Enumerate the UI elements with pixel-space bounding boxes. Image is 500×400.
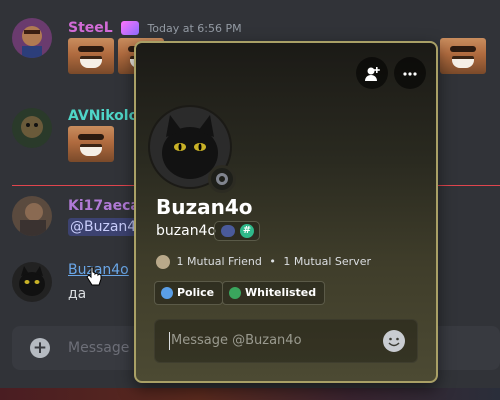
profile-avatar-frame	[148, 105, 236, 193]
username[interactable]: SteeL Today at 6:56 PM	[68, 20, 242, 36]
more-options-icon[interactable]	[394, 57, 426, 89]
nitro-badge-icon	[120, 21, 139, 35]
profile-handle[interactable]: buzan4o	[156, 223, 216, 239]
avatar[interactable]	[12, 262, 52, 302]
text-caret	[169, 332, 170, 350]
role-label: Police	[177, 286, 215, 299]
role-police[interactable]: Police	[154, 281, 224, 305]
profile-popout: Buzan4o buzan4o # 1 Mutual Friend • 1 Mu…	[134, 41, 438, 383]
mutual-separator: •	[269, 255, 276, 268]
add-friend-icon[interactable]	[356, 57, 388, 89]
user-mention[interactable]: @Buzan4	[68, 218, 139, 236]
bottom-strip	[0, 388, 500, 400]
avatar[interactable]	[12, 108, 52, 148]
mutual-friends-avatar-icon	[156, 255, 170, 269]
role-whitelisted[interactable]: Whitelisted	[222, 281, 326, 305]
profile-message-input[interactable]: Message @Buzan4o	[154, 319, 418, 363]
profile-message-placeholder: Message @Buzan4o	[171, 333, 302, 348]
status-offline-icon	[208, 165, 236, 193]
profile-badges: #	[214, 221, 260, 241]
role-color-dot	[229, 287, 241, 299]
username[interactable]: Ki17aeca	[68, 198, 140, 214]
role-color-dot	[161, 287, 173, 299]
pointer-cursor-icon	[86, 266, 102, 286]
mutual-info: 1 Mutual Friend • 1 Mutual Server	[156, 255, 371, 269]
emote[interactable]	[68, 126, 114, 162]
timestamp: Today at 6:56 PM	[147, 22, 242, 35]
username-text[interactable]: Ki17aeca	[68, 198, 140, 214]
message-text: да	[68, 286, 87, 302]
profile-display-name: Buzan4o	[156, 195, 253, 219]
emote[interactable]	[68, 38, 114, 74]
hashtag-badge-icon[interactable]: #	[240, 224, 254, 238]
emote[interactable]	[440, 38, 486, 74]
nitro-badge-icon[interactable]	[221, 225, 235, 237]
mutual-servers-link[interactable]: 1 Mutual Server	[283, 255, 371, 268]
avatar[interactable]	[12, 196, 52, 236]
avatar[interactable]	[12, 18, 52, 58]
emoji-icon[interactable]	[383, 330, 405, 352]
username-text[interactable]: SteeL	[68, 20, 113, 36]
plus-icon[interactable]: +	[30, 338, 50, 358]
role-label: Whitelisted	[245, 286, 317, 299]
mutual-friends-link[interactable]: 1 Mutual Friend	[177, 255, 262, 268]
